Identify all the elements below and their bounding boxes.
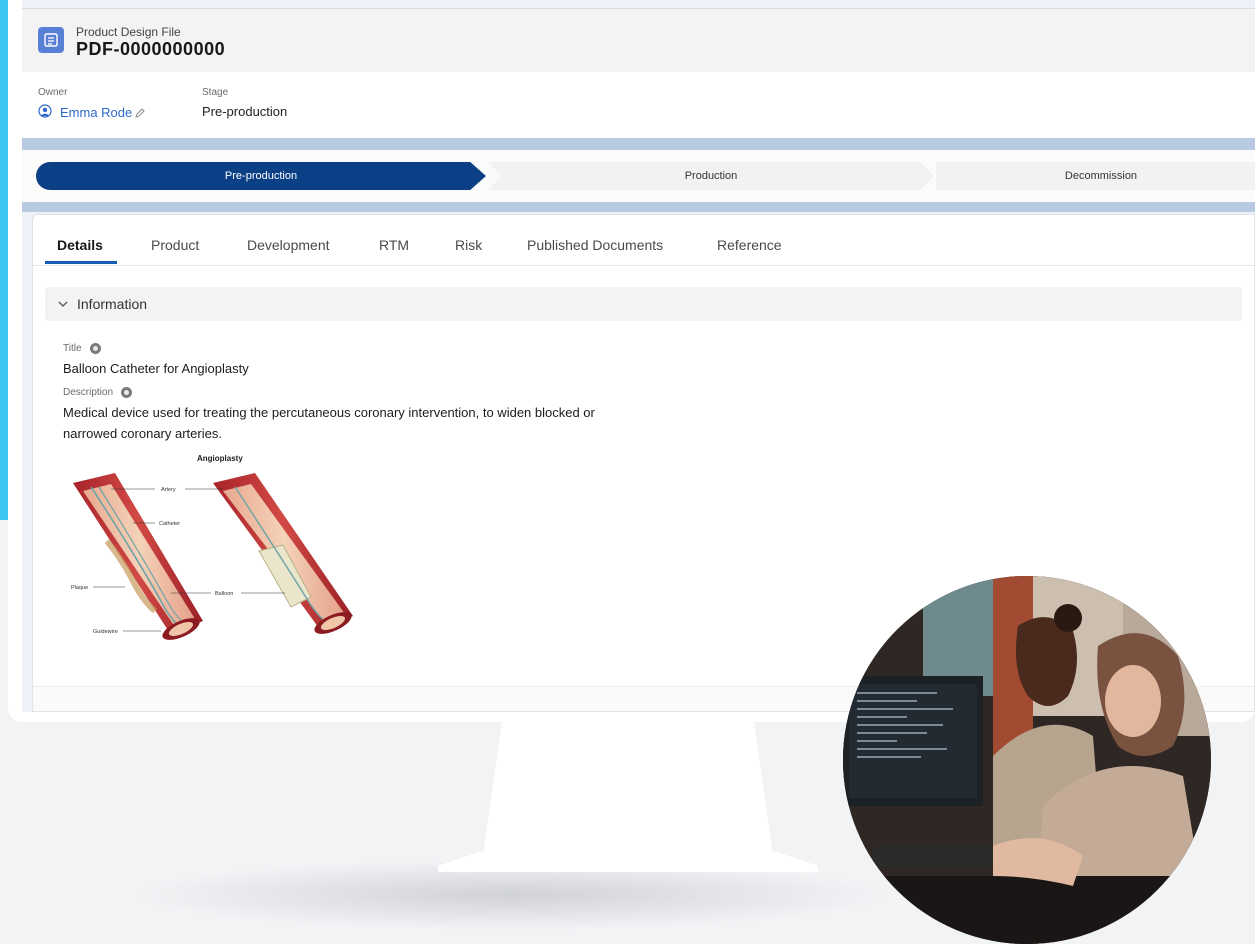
path-step-decommission[interactable]: Decommission <box>936 162 1255 190</box>
title-field-label: Title <box>63 343 101 354</box>
description-field-label: Description <box>63 387 133 399</box>
record-icon <box>38 27 64 53</box>
active-tab-indicator <box>45 261 117 264</box>
object-label: Product Design File <box>76 25 181 39</box>
stage-path: Pre-production Production Decommission <box>22 150 1255 202</box>
description-label-text: Description <box>63 387 114 399</box>
owner-avatar-icon <box>38 104 52 123</box>
tab-product[interactable]: Product <box>151 237 199 253</box>
label-guidewire: Guidewire <box>93 629 118 635</box>
monitor-stand <box>438 718 818 872</box>
title-label-text: Title <box>63 343 82 355</box>
label-catheter: Catheter <box>159 521 180 527</box>
help-icon[interactable] <box>89 343 101 354</box>
divider <box>22 202 1255 212</box>
angioplasty-illustration: Angioplasty Artery Catheter Plaque Ballo… <box>71 454 353 640</box>
tab-bar: Details Product Development RTM Risk Pub… <box>33 215 1254 266</box>
label-artery: Artery <box>161 487 176 493</box>
owner-link[interactable]: Emma Rode <box>60 105 132 120</box>
path-step-pre-production[interactable]: Pre-production <box>36 162 486 190</box>
vessel-right <box>213 473 353 634</box>
team-photo <box>843 576 1211 944</box>
figure-heading: Angioplasty <box>197 454 243 463</box>
highlights-panel: Owner Emma Rode Stage Pre-production <box>22 72 1255 138</box>
description-line-2: narrowed coronary arteries. <box>63 426 222 441</box>
stage-value: Pre-production <box>202 104 288 119</box>
help-icon[interactable] <box>121 387 133 398</box>
path-step-production[interactable]: Production <box>488 162 934 190</box>
tab-development[interactable]: Development <box>247 237 330 253</box>
tab-published-documents[interactable]: Published Documents <box>527 237 663 253</box>
owner-label: Owner <box>38 87 68 98</box>
information-section-header[interactable]: Information <box>45 287 1242 321</box>
description-line-1: Medical device used for treating the per… <box>63 405 595 420</box>
divider <box>22 138 1255 150</box>
stage-label: Stage <box>202 87 229 98</box>
tab-reference[interactable]: Reference <box>717 237 782 253</box>
tab-risk[interactable]: Risk <box>455 237 482 253</box>
label-balloon: Balloon <box>215 591 233 597</box>
chevron-down-icon <box>57 297 69 315</box>
section-title: Information <box>77 296 148 312</box>
change-owner-icon[interactable] <box>134 106 146 124</box>
tab-rtm[interactable]: RTM <box>379 237 409 253</box>
record-name: PDF-0000000000 <box>76 39 226 59</box>
label-plaque: Plaque <box>71 585 88 591</box>
tab-details[interactable]: Details <box>57 237 103 253</box>
record-header: Product Design File PDF-0000000000 <box>22 8 1255 73</box>
title-field-value: Balloon Catheter for Angioplasty <box>63 361 249 376</box>
vessel-left <box>73 473 203 640</box>
